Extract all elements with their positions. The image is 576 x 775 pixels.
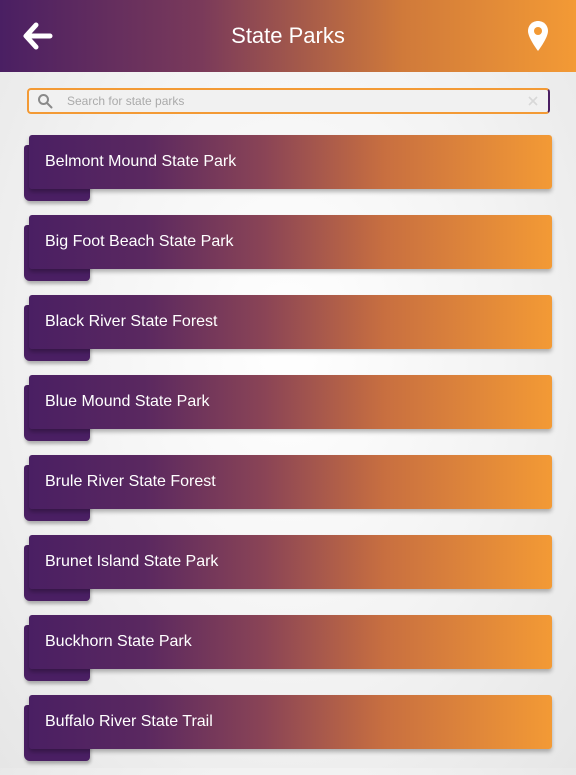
arrow-left-icon [23, 22, 53, 50]
list-item-label: Blue Mound State Park [45, 393, 210, 410]
search-bar [27, 88, 550, 114]
list-item-park[interactable]: Buffalo River State Trail [0, 695, 576, 775]
search-icon [38, 94, 53, 109]
list-item-label: Buckhorn State Park [45, 633, 192, 650]
close-icon[interactable] [526, 94, 540, 108]
list-item-park[interactable]: Belmont Mound State Park [0, 135, 576, 215]
header-bar: State Parks [0, 0, 576, 72]
list-item-label: Buffalo River State Trail [45, 713, 213, 730]
list-item-park[interactable]: Big Foot Beach State Park [0, 215, 576, 295]
map-pin-icon [528, 21, 548, 51]
list-item-park[interactable]: Blue Mound State Park [0, 375, 576, 455]
list-item-label: Big Foot Beach State Park [45, 233, 234, 250]
list-item-label: Brule River State Forest [45, 473, 216, 490]
page-title: State Parks [231, 23, 345, 48]
list-item-park[interactable]: Buckhorn State Park [0, 615, 576, 695]
list-item-label: Black River State Forest [45, 313, 218, 330]
search-input[interactable] [67, 90, 517, 112]
list-item-park[interactable]: Brule River State Forest [0, 455, 576, 535]
location-button[interactable] [516, 14, 560, 58]
list-item-park[interactable]: Brunet Island State Park [0, 535, 576, 615]
list-item-park[interactable]: Black River State Forest [0, 295, 576, 375]
list-item-label: Belmont Mound State Park [45, 153, 237, 170]
park-list: Belmont Mound State Park Big Foot Beach … [0, 135, 576, 775]
list-item-label: Brunet Island State Park [45, 553, 219, 570]
back-button[interactable] [18, 16, 58, 56]
